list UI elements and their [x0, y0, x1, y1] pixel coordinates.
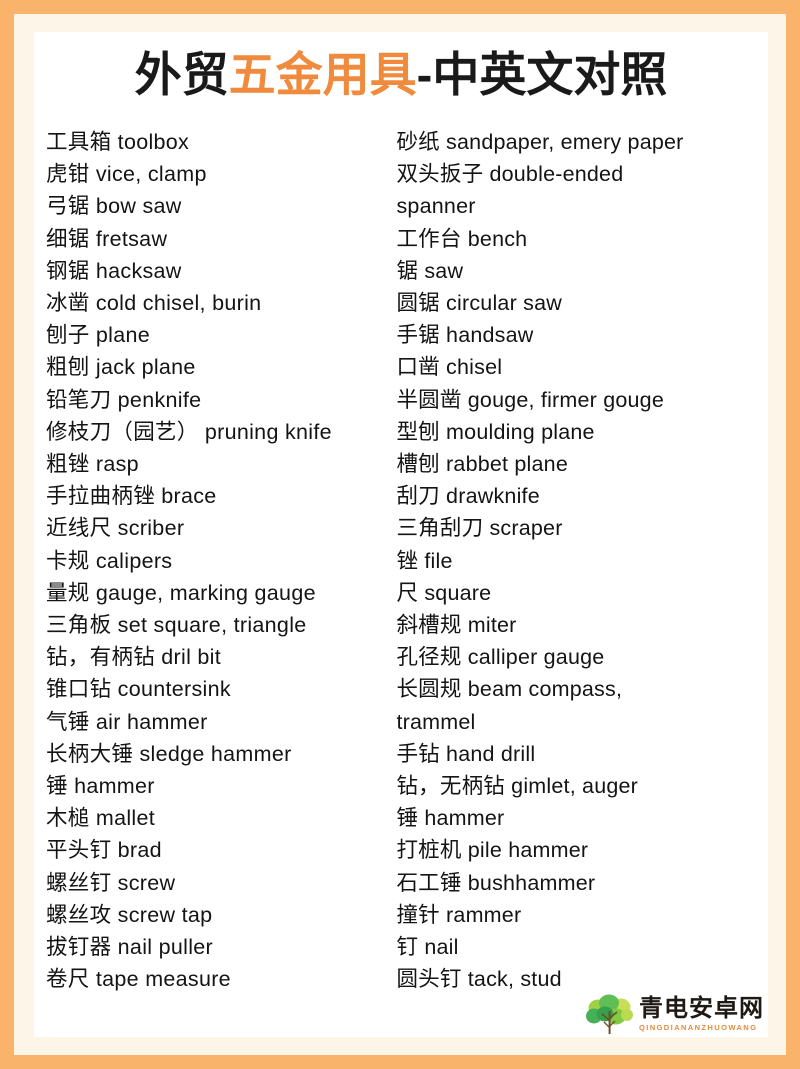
- list-item: 型刨 moulding plane: [396, 419, 595, 444]
- list-item: 锤 hammer: [46, 774, 155, 799]
- list-item: 铅笔刀 penknife: [46, 387, 202, 412]
- page-title: 外贸五金用具-中英文对照: [34, 46, 768, 104]
- list-item: 长柄大锤 sledge hammer: [46, 741, 292, 766]
- list-item: 气锤 air hammer: [46, 709, 208, 734]
- list-item: 刨子 plane: [46, 323, 150, 348]
- list-item: 手钻 hand drill: [396, 741, 536, 766]
- list-item: 粗刨 jack plane: [46, 355, 196, 380]
- list-item: 手锯 handsaw: [396, 323, 534, 348]
- list-item-continuation: spanner: [396, 194, 476, 219]
- list-item: 螺丝钉 screw: [46, 870, 176, 895]
- list-item: 木槌 mallet: [46, 806, 156, 831]
- list-item: 弓锯 bow saw: [46, 194, 182, 219]
- list-item: 打桩机 pile hammer: [396, 838, 589, 863]
- list-item: 三角刮刀 scraper: [396, 516, 563, 541]
- list-item: 卡规 calipers: [46, 548, 173, 573]
- list-item: 量规 gauge, marking gauge: [46, 580, 316, 605]
- list-item: 槽刨 rabbet plane: [396, 452, 568, 477]
- list-item: 双头扳子 double-ended: [396, 162, 624, 187]
- glossary-column-right: 砂纸 sandpaper, emery paper 双头扳子 double-en…: [392, 126, 768, 995]
- list-item: 砂纸 sandpaper, emery paper: [396, 130, 684, 154]
- tree-icon: [586, 994, 633, 1034]
- list-item: 锥口钻 countersink: [46, 677, 231, 702]
- list-item: 斜槽规 miter: [396, 613, 517, 638]
- list-item: 撞针 rammer: [396, 902, 522, 927]
- watermark-title: 青电安卓网: [639, 994, 764, 1022]
- list-item: 三角板 set square, triangle: [46, 613, 307, 638]
- list-item: 口凿 chisel: [396, 355, 503, 380]
- list-item: 手拉曲柄锉 brace: [46, 484, 217, 509]
- list-item: 钻，无柄钻 gimlet, auger: [396, 774, 639, 799]
- site-watermark: 青电安卓网 QINGDIANANZHUOWANG: [586, 993, 764, 1035]
- page-title-part-1: 外贸: [134, 48, 229, 101]
- list-item: 钉 nail: [396, 935, 459, 960]
- list-item: 尺 square: [396, 580, 492, 605]
- poster-inner-frame: 外贸五金用具-中英文对照 工具箱 toolbox 虎钳 vice, clamp …: [14, 14, 786, 1055]
- glossary-column-left: 工具箱 toolbox 虎钳 vice, clamp 弓锯 bow saw 细锯…: [34, 126, 392, 995]
- list-item: 锤 hammer: [396, 806, 505, 831]
- list-item: 半圆凿 gouge, firmer gouge: [396, 387, 664, 412]
- list-item: 拔钉器 nail puller: [46, 935, 213, 960]
- list-item: 钢锯 hacksaw: [46, 258, 182, 283]
- list-item: 石工锤 bushhammer: [396, 870, 596, 895]
- page-title-part-3: -中英文对照: [416, 48, 668, 101]
- list-item: 虎钳 vice, clamp: [46, 162, 207, 187]
- glossary-columns: 工具箱 toolbox 虎钳 vice, clamp 弓锯 bow saw 细锯…: [34, 126, 768, 995]
- list-item: 螺丝攻 screw tap: [46, 902, 213, 927]
- list-item: 细锯 fretsaw: [46, 226, 168, 251]
- list-item: 修枝刀（园艺） pruning knife: [46, 419, 332, 444]
- watermark-text-block: 青电安卓网 QINGDIANANZHUOWANG: [639, 994, 764, 1033]
- list-item: 圆锯 circular saw: [396, 291, 562, 316]
- list-item: 卷尺 tape measure: [46, 967, 231, 992]
- list-item: 近线尺 scriber: [46, 516, 185, 541]
- page-title-part-2-highlight: 五金用具: [228, 48, 417, 101]
- list-item: 刮刀 drawknife: [396, 484, 540, 509]
- list-item: 冰凿 cold chisel, burin: [46, 291, 262, 316]
- list-item: 平头钉 brad: [46, 838, 162, 863]
- list-item: 锉 file: [396, 548, 453, 573]
- list-item: 孔径规 calliper gauge: [396, 645, 605, 670]
- list-item: 工作台 bench: [396, 226, 528, 251]
- list-item: 长圆规 beam compass,: [396, 677, 623, 702]
- list-item: 钻，有柄钻 dril bit: [46, 645, 222, 670]
- poster-page: 外贸五金用具-中英文对照 工具箱 toolbox 虎钳 vice, clamp …: [0, 0, 800, 1069]
- list-item: 工具箱 toolbox: [46, 130, 190, 154]
- watermark-subtitle: QINGDIANANZHUOWANG: [639, 1022, 758, 1032]
- list-item: 圆头钉 tack, stud: [396, 967, 562, 992]
- list-item-continuation: trammel: [396, 709, 476, 734]
- list-item: 粗锉 rasp: [46, 452, 139, 477]
- list-item: 锯 saw: [396, 258, 464, 283]
- poster-canvas: 外贸五金用具-中英文对照 工具箱 toolbox 虎钳 vice, clamp …: [34, 32, 768, 1037]
